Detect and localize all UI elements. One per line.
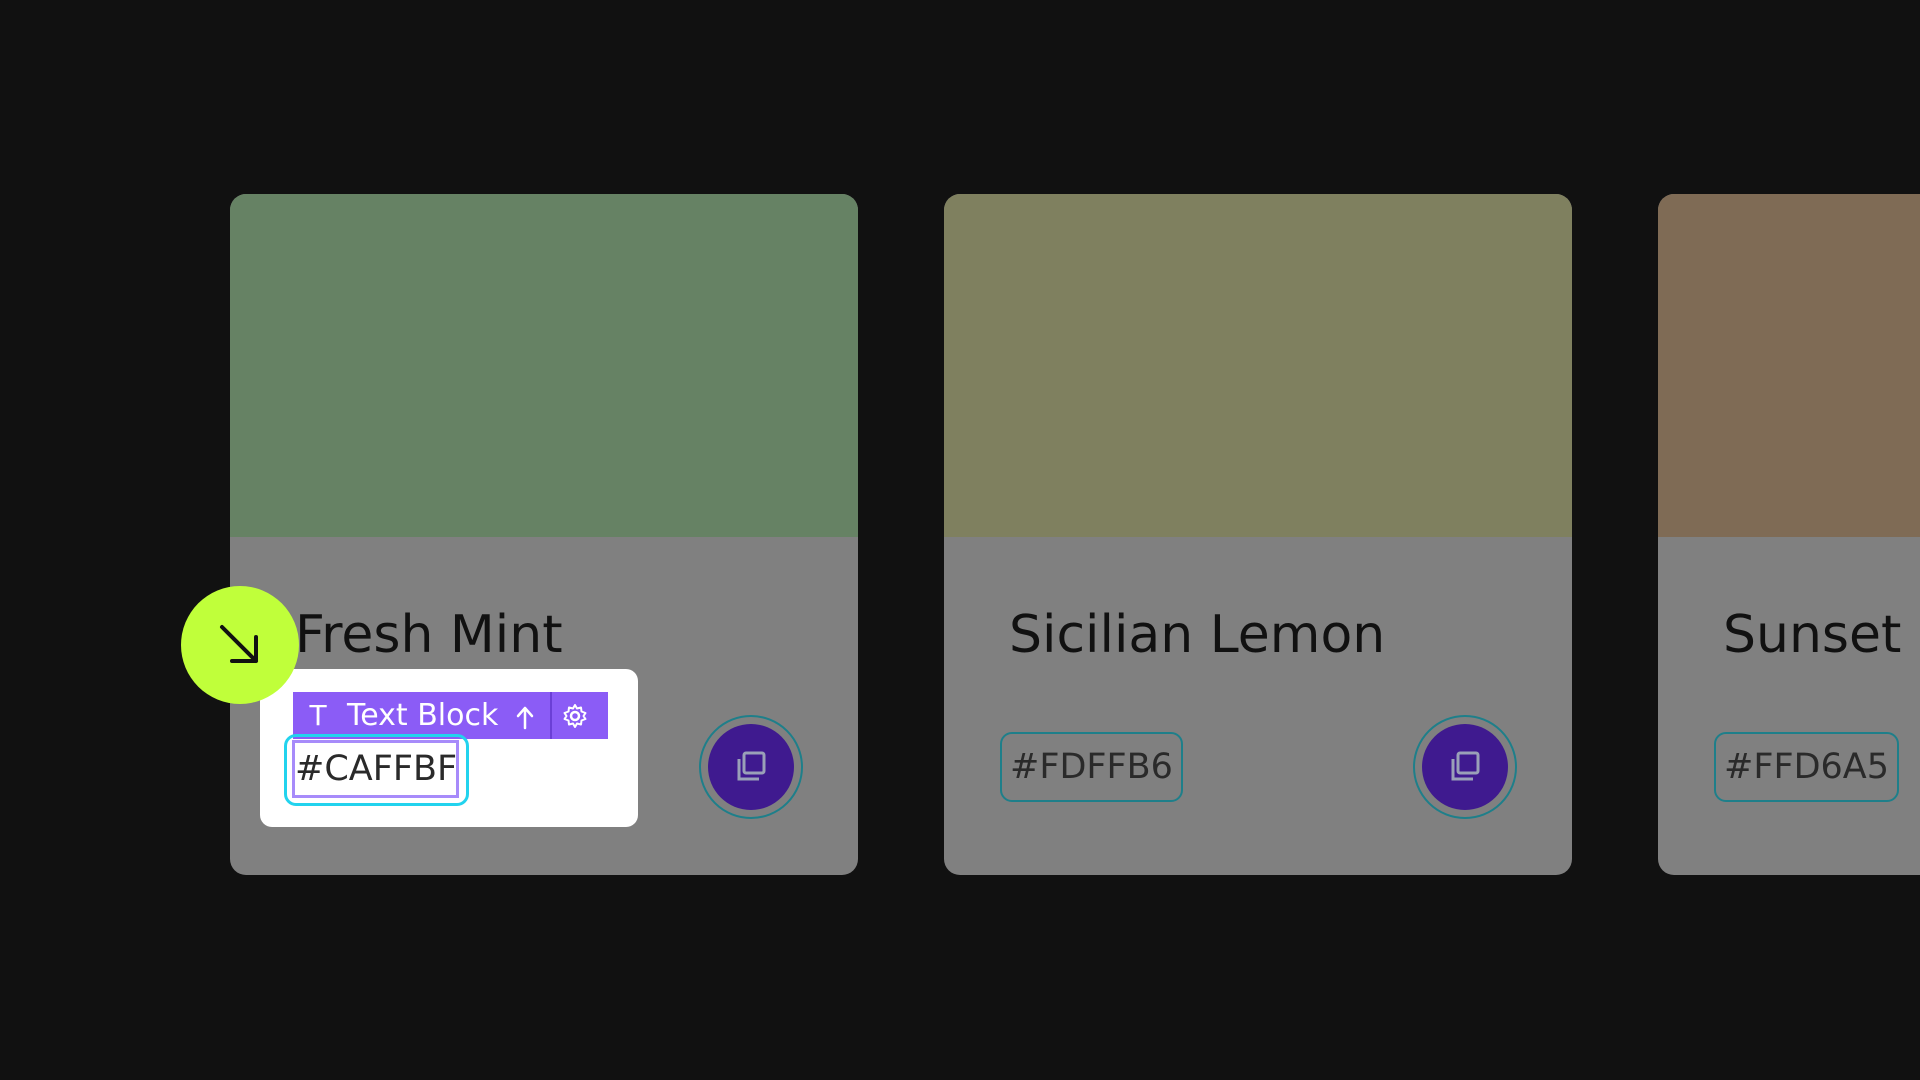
color-card-sunset: Sunset #FFD6A5 [1658, 194, 1920, 875]
arrow-up-icon [517, 706, 534, 729]
gear-icon [563, 703, 587, 728]
canvas: Fresh Mint #CAFFBF Sicilian Lemon #FDFFB… [0, 0, 1920, 1080]
block-toolbar: T Text Block [293, 692, 608, 739]
color-name: Sunset [1723, 605, 1902, 665]
color-swatch [944, 194, 1572, 537]
selected-text-block[interactable]: #CAFFBF [292, 740, 459, 798]
arrow-down-right-icon [220, 625, 258, 663]
color-name: Sicilian Lemon [1009, 605, 1386, 665]
cursor-pointer [181, 586, 299, 704]
copy-icon [1451, 751, 1480, 781]
color-swatch [1658, 194, 1920, 537]
text-type-icon: T [309, 699, 327, 732]
copy-icon [737, 751, 766, 781]
color-name: Fresh Mint [295, 605, 563, 665]
hex-code-chip[interactable]: #FFD6A5 [1714, 732, 1900, 802]
block-type-label: Text Block [347, 698, 499, 733]
hex-code-chip[interactable]: #FDFFB6 [1000, 732, 1183, 802]
copy-button[interactable] [699, 715, 803, 819]
settings-button[interactable] [552, 692, 598, 739]
color-swatch [230, 194, 858, 537]
select-parent-button[interactable] [512, 701, 538, 731]
copy-button[interactable] [1413, 715, 1517, 819]
color-card-sicilian-lemon: Sicilian Lemon #FDFFB6 [944, 194, 1572, 875]
